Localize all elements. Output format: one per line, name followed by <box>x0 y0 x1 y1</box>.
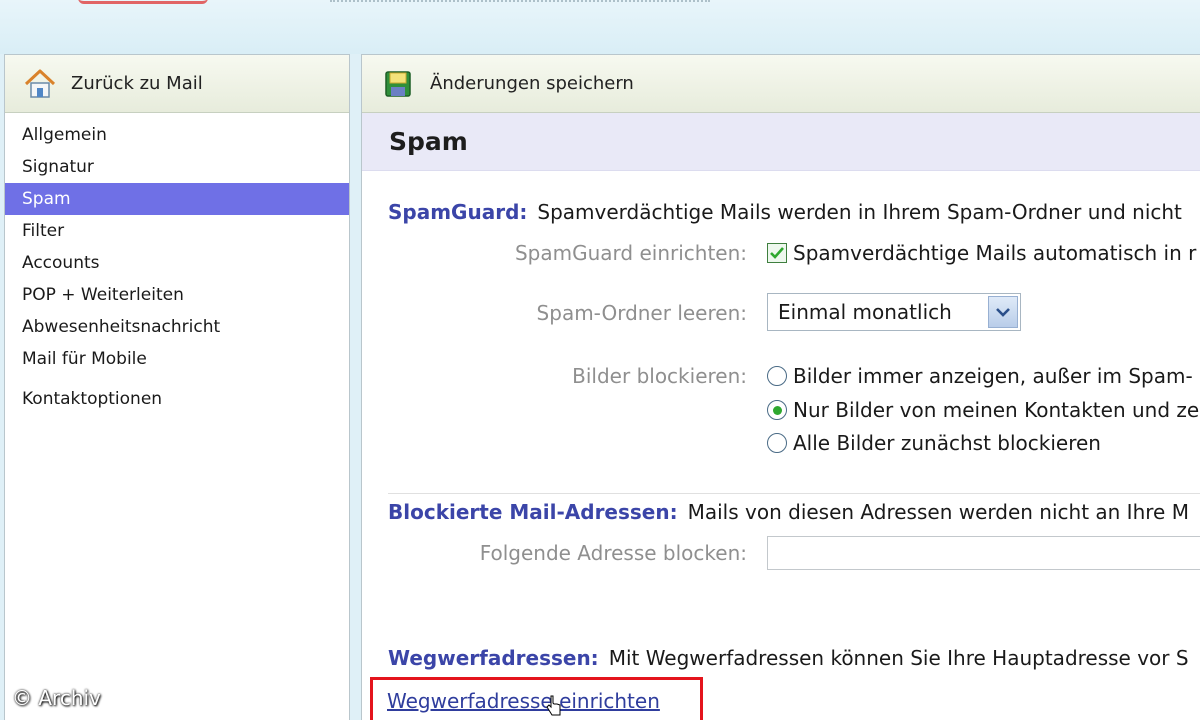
disposable-description: Mit Wegwerfadressen können Sie Ihre Haup… <box>608 646 1189 670</box>
top-banner <box>0 0 1200 54</box>
sidebar-item-filter[interactable]: Filter <box>5 215 349 247</box>
logo-fragment <box>78 0 208 4</box>
spamguard-description: Spamverdächtige Mails werden in Ihrem Sp… <box>537 200 1182 224</box>
sidebar-item-allgemein[interactable]: Allgemein <box>5 119 349 151</box>
image-option-2: Nur Bilder von meinen Kontakten und ze <box>767 398 1199 422</box>
section-divider <box>388 493 1200 494</box>
disposable-heading: Wegwerfadressen: <box>388 646 599 670</box>
spam-folder-empty-label: Spam-Ordner leeren: <box>536 301 747 325</box>
sidebar-item-abwesenheitsnachricht[interactable]: Abwesenheitsnachricht <box>5 311 349 343</box>
home-icon <box>24 69 56 98</box>
image-blocking-label: Bilder blockieren: <box>572 364 747 388</box>
sidebar-item-accounts[interactable]: Accounts <box>5 247 349 279</box>
checkmark-icon <box>770 247 784 259</box>
image-option-1: Bilder immer anzeigen, außer im Spam- <box>767 364 1193 388</box>
spamguard-checkbox[interactable] <box>767 243 787 263</box>
image-option-1-radio[interactable] <box>767 366 787 386</box>
settings-main: Änderungen speichern Spam SpamGuard: Spam… <box>361 54 1200 720</box>
blocked-description: Mails von diesen Adressen werden nicht a… <box>687 500 1189 524</box>
settings-nav: Allgemein Signatur Spam Filter Accounts … <box>5 113 349 415</box>
hand-cursor-icon <box>546 695 561 716</box>
image-option-2-label: Nur Bilder von meinen Kontakten und ze <box>793 398 1200 422</box>
sidebar-item-spam[interactable]: Spam <box>5 183 349 215</box>
back-to-mail-button[interactable]: Zurück zu Mail <box>5 55 349 113</box>
settings-sidebar: Zurück zu Mail Allgemein Signatur Spam F… <box>4 54 350 720</box>
image-option-3-radio[interactable] <box>767 433 787 453</box>
disposable-section-header: Wegwerfadressen: Mit Wegwerfadressen könn… <box>388 646 1189 670</box>
spam-folder-empty-select[interactable]: Einmal monatlich <box>767 293 1021 331</box>
header-text-fragment <box>330 0 710 2</box>
toolbar: Änderungen speichern <box>362 55 1200 113</box>
block-address-input[interactable] <box>767 536 1200 570</box>
spamguard-section-header: SpamGuard: Spamverdächtige Mails werden i… <box>388 200 1182 224</box>
image-option-3: Alle Bilder zunächst blockieren <box>767 431 1101 455</box>
back-to-mail-label: Zurück zu Mail <box>71 73 203 94</box>
page-title-bar: Spam <box>362 113 1200 171</box>
block-address-label: Folgende Adresse blocken: <box>479 541 747 565</box>
blocked-heading: Blockierte Mail-Adressen: <box>388 500 678 524</box>
spamguard-heading: SpamGuard: <box>388 200 528 224</box>
setup-disposable-address-link[interactable]: Wegwerfadresse einrichten <box>387 689 660 713</box>
spamguard-checkbox-label: Spamverdächtige Mails automatisch in r <box>793 241 1197 265</box>
sidebar-item-kontaktoptionen[interactable]: Kontaktoptionen <box>5 383 349 415</box>
sidebar-item-mail-fuer-mobile[interactable]: Mail für Mobile <box>5 343 349 375</box>
image-option-2-radio[interactable] <box>767 400 787 420</box>
spam-folder-empty-value: Einmal monatlich <box>778 300 952 324</box>
blocked-section-header: Blockierte Mail-Adressen: Mails von diese… <box>388 500 1189 524</box>
spamguard-setup-control: Spamverdächtige Mails automatisch in r <box>767 241 1196 265</box>
save-changes-button[interactable]: Änderungen speichern <box>384 70 634 98</box>
image-option-3-label: Alle Bilder zunächst blockieren <box>793 431 1101 455</box>
save-changes-label: Änderungen speichern <box>430 73 634 94</box>
sidebar-item-pop-weiterleiten[interactable]: POP + Weiterleiten <box>5 279 349 311</box>
page-title: Spam <box>389 127 468 156</box>
save-disk-icon <box>385 70 411 97</box>
sidebar-item-signatur[interactable]: Signatur <box>5 151 349 183</box>
image-option-1-label: Bilder immer anzeigen, außer im Spam- <box>793 364 1193 388</box>
copyright-watermark: © Archiv <box>12 686 101 710</box>
spamguard-setup-label: SpamGuard einrichten: <box>514 241 747 265</box>
dropdown-arrow-icon[interactable] <box>988 296 1018 328</box>
